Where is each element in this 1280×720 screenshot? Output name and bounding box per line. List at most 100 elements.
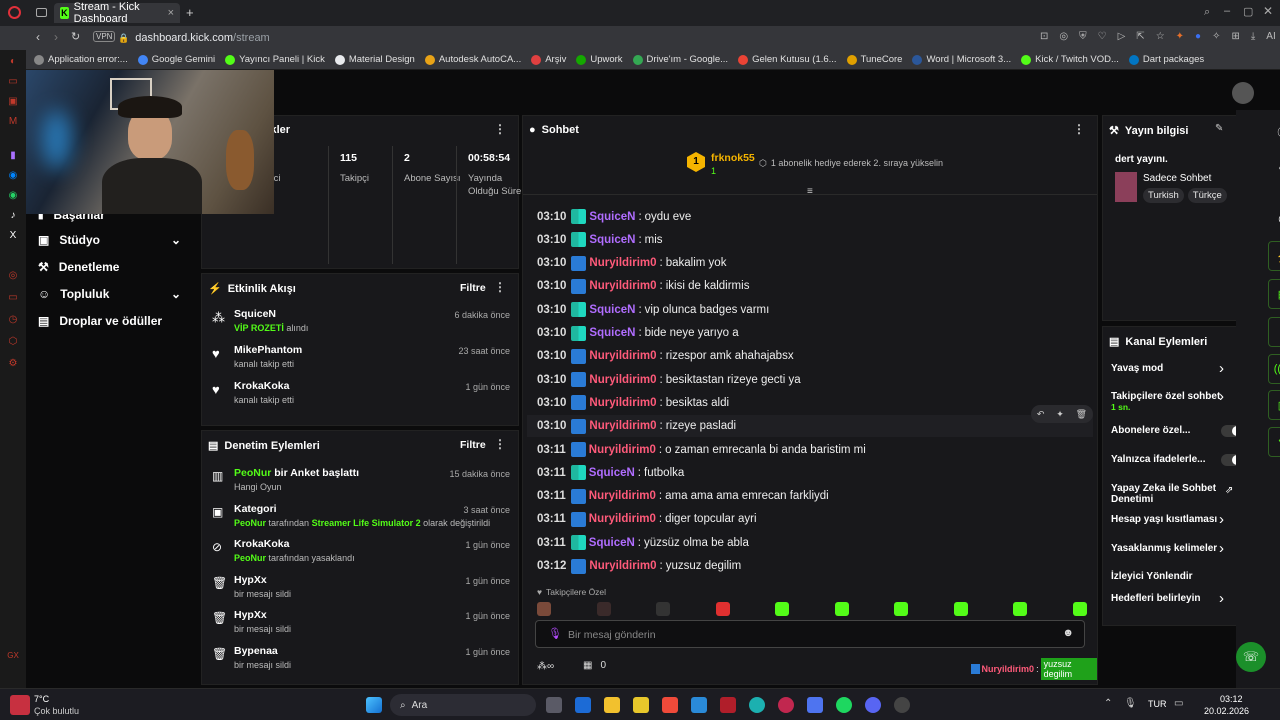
chat-username[interactable]: SquiceN <box>589 537 635 549</box>
chat-username[interactable]: SquiceN <box>589 304 635 316</box>
chat-message[interactable]: 03:10 Nuryildirim0: ikisi de kaldirmis <box>537 278 749 294</box>
nav-studio[interactable]: ▣ Stüdyo ⌄ <box>38 233 181 247</box>
chat-username[interactable]: Nuryildirim0 <box>589 374 656 386</box>
start-icon[interactable] <box>366 697 382 713</box>
puzzle-icon[interactable]: ✧ <box>1212 31 1220 42</box>
tab-close-icon[interactable]: × <box>168 7 174 19</box>
chat-message[interactable]: 03:10 SquiceN: oydu eve <box>537 209 691 224</box>
snapshot-icon[interactable]: ⊞ <box>1231 31 1239 42</box>
copilot-icon[interactable] <box>807 697 823 713</box>
opera-gx-icon[interactable] <box>778 697 794 713</box>
bookmark-item[interactable]: Material Design <box>334 54 415 65</box>
stats-more-icon[interactable]: ⋮ <box>494 122 506 136</box>
download-icon[interactable]: ⤓ <box>1251 31 1255 42</box>
chat-username[interactable]: Nuryildirim0 <box>589 420 656 432</box>
emote-icon[interactable] <box>537 602 551 616</box>
sidebar-x-icon[interactable]: X <box>7 230 19 242</box>
moderation-more-icon[interactable]: ⋮ <box>494 437 506 451</box>
activity-filter-button[interactable]: Filtre <box>460 282 486 294</box>
sidebar-twitch-icon[interactable]: ▣ <box>7 96 19 108</box>
office-icon[interactable] <box>662 697 678 713</box>
top-gifter-user[interactable]: frknok55 <box>711 152 755 164</box>
mic-icon[interactable]: 🎙 <box>548 627 562 640</box>
tab-menu-icon[interactable] <box>36 8 47 17</box>
new-tab-icon[interactable]: + <box>186 5 194 20</box>
nav-community[interactable]: ☺ Topluluk ⌄ <box>38 287 181 301</box>
lightning-icon[interactable]: ⚡ <box>1268 241 1280 271</box>
emote-icon[interactable] <box>894 602 909 616</box>
broadcast-icon[interactable]: ((•)) <box>1268 354 1280 384</box>
sidebar-player-icon[interactable]: ◎ <box>7 270 19 282</box>
chat-username[interactable]: Nuryildirim0 <box>589 444 656 456</box>
back-icon[interactable]: ‹ <box>36 30 40 44</box>
weather-temp[interactable]: 7°C <box>34 694 49 704</box>
camera-icon[interactable]: ◎ <box>1059 31 1068 42</box>
channel-action-item[interactable]: Abonelere özel... <box>1111 425 1221 436</box>
sidebar-wallet-icon[interactable]: ▭ <box>7 292 19 304</box>
sticky-notes-icon[interactable] <box>633 697 649 713</box>
obs-icon[interactable] <box>894 697 910 713</box>
spotify-icon[interactable] <box>836 697 852 713</box>
chat-message[interactable]: 03:10 Nuryildirim0: besiktas aldi <box>537 395 729 411</box>
chat-message[interactable]: 03:10 SquiceN: bide neye yarıyo a <box>537 325 739 341</box>
sidebar-tiktok-icon[interactable]: ♪ <box>7 210 19 222</box>
points-display[interactable]: ▦ 0 <box>583 660 606 671</box>
chat-message[interactable]: 03:11 SquiceN: yüzsüz olma be abla <box>537 535 749 551</box>
outlook-icon[interactable] <box>575 697 591 713</box>
vscode-icon[interactable] <box>691 697 707 713</box>
forward-icon[interactable]: › <box>54 30 58 44</box>
channel-action-item[interactable]: İzleyici Yönlendir <box>1111 571 1221 582</box>
tag[interactable]: Türkçe <box>1187 188 1227 203</box>
chat-username[interactable]: SquiceN <box>589 467 635 479</box>
chat-bubble-icon[interactable]: ● <box>1268 317 1280 347</box>
minimize-icon[interactable]: – <box>1224 5 1230 17</box>
chat-message[interactable]: 03:10 SquiceN: mis <box>537 232 663 248</box>
bookmark-item[interactable]: Gelen Kutusu (1.6... <box>738 54 837 65</box>
shield-icon[interactable]: ⛨ <box>1079 31 1087 42</box>
bookmark-item[interactable]: Arşiv <box>531 54 566 65</box>
delete-icon[interactable]: 🗑 <box>1076 409 1087 420</box>
wrench-icon[interactable]: ⚒ <box>1268 427 1280 457</box>
edit-icon[interactable]: ✎ <box>1215 123 1223 134</box>
chat-username[interactable]: SquiceN <box>589 327 635 339</box>
emote-icon[interactable] <box>715 602 730 616</box>
chat-input[interactable]: 🎙 Bir mesaj gönderin ☻ <box>535 620 1085 648</box>
emote-icon[interactable] <box>1072 602 1087 616</box>
nav-moderation[interactable]: ⚒ Denetleme <box>38 260 119 274</box>
edge-icon[interactable] <box>749 697 765 713</box>
bookmark-item[interactable]: Drive'ım - Google... <box>632 54 728 65</box>
chat-message[interactable]: 03:12 Nuryildirim0: yuzsuz degilim <box>537 558 741 574</box>
support-icon[interactable]: ☏ <box>1236 642 1266 672</box>
bookmark-item[interactable]: Dart packages <box>1128 54 1204 65</box>
chat-message[interactable]: 03:10 Nuryildirim0: rizespor amk ahahajabs… <box>537 348 794 364</box>
emote-icon[interactable] <box>775 602 790 616</box>
gift-prompt[interactable]: ⬡ 1 abonelik hediye ederek 2. sıraya yüks… <box>759 158 943 169</box>
chat-username[interactable]: SquiceN <box>589 234 635 246</box>
sidebar-history-icon[interactable]: ◷ <box>7 314 19 326</box>
bookmark-item[interactable]: Kick / Twitch VOD... <box>1021 54 1119 65</box>
pinned-toggle-icon[interactable]: ≡ <box>807 186 813 197</box>
discord-icon[interactable] <box>865 697 881 713</box>
camera-icon[interactable]: ◉ <box>1268 203 1280 233</box>
chat-settings-icon[interactable]: ⁂∞ <box>537 661 554 672</box>
chat-username[interactable]: Nuryildirim0 <box>589 397 656 409</box>
channel-action-item[interactable]: Yapay Zeka ile Sohbet Denetimi <box>1111 483 1221 505</box>
chat-username[interactable]: Nuryildirim0 <box>589 257 656 269</box>
sidebar-mail-icon[interactable]: M <box>7 116 19 128</box>
emote-icon[interactable] <box>834 602 849 616</box>
bookmark-item[interactable]: Yayıncı Paneli | Kick <box>225 54 325 65</box>
avatar[interactable] <box>1232 82 1254 104</box>
reply-icon[interactable]: ↶ <box>1037 409 1045 420</box>
emote-icon[interactable] <box>953 602 968 616</box>
chat-username[interactable]: Nuryildirim0 <box>589 513 656 525</box>
sidebar-messenger-icon[interactable]: ◉ <box>7 170 19 182</box>
chat-username[interactable]: Nuryildirim0 <box>589 560 656 572</box>
layout-icon[interactable]: ▣ <box>1268 390 1280 420</box>
emote-icon[interactable] <box>596 602 611 616</box>
sidebar-settings-icon[interactable]: ⚙ <box>7 358 19 370</box>
bookmark-item[interactable]: Word | Microsoft 3... <box>912 54 1011 65</box>
bookmark-item[interactable]: Autodesk AutoCA... <box>424 54 521 65</box>
opera-logo-icon[interactable] <box>8 6 21 19</box>
emote-icon[interactable] <box>656 602 671 616</box>
heart-icon[interactable]: ♡ <box>1098 31 1107 42</box>
